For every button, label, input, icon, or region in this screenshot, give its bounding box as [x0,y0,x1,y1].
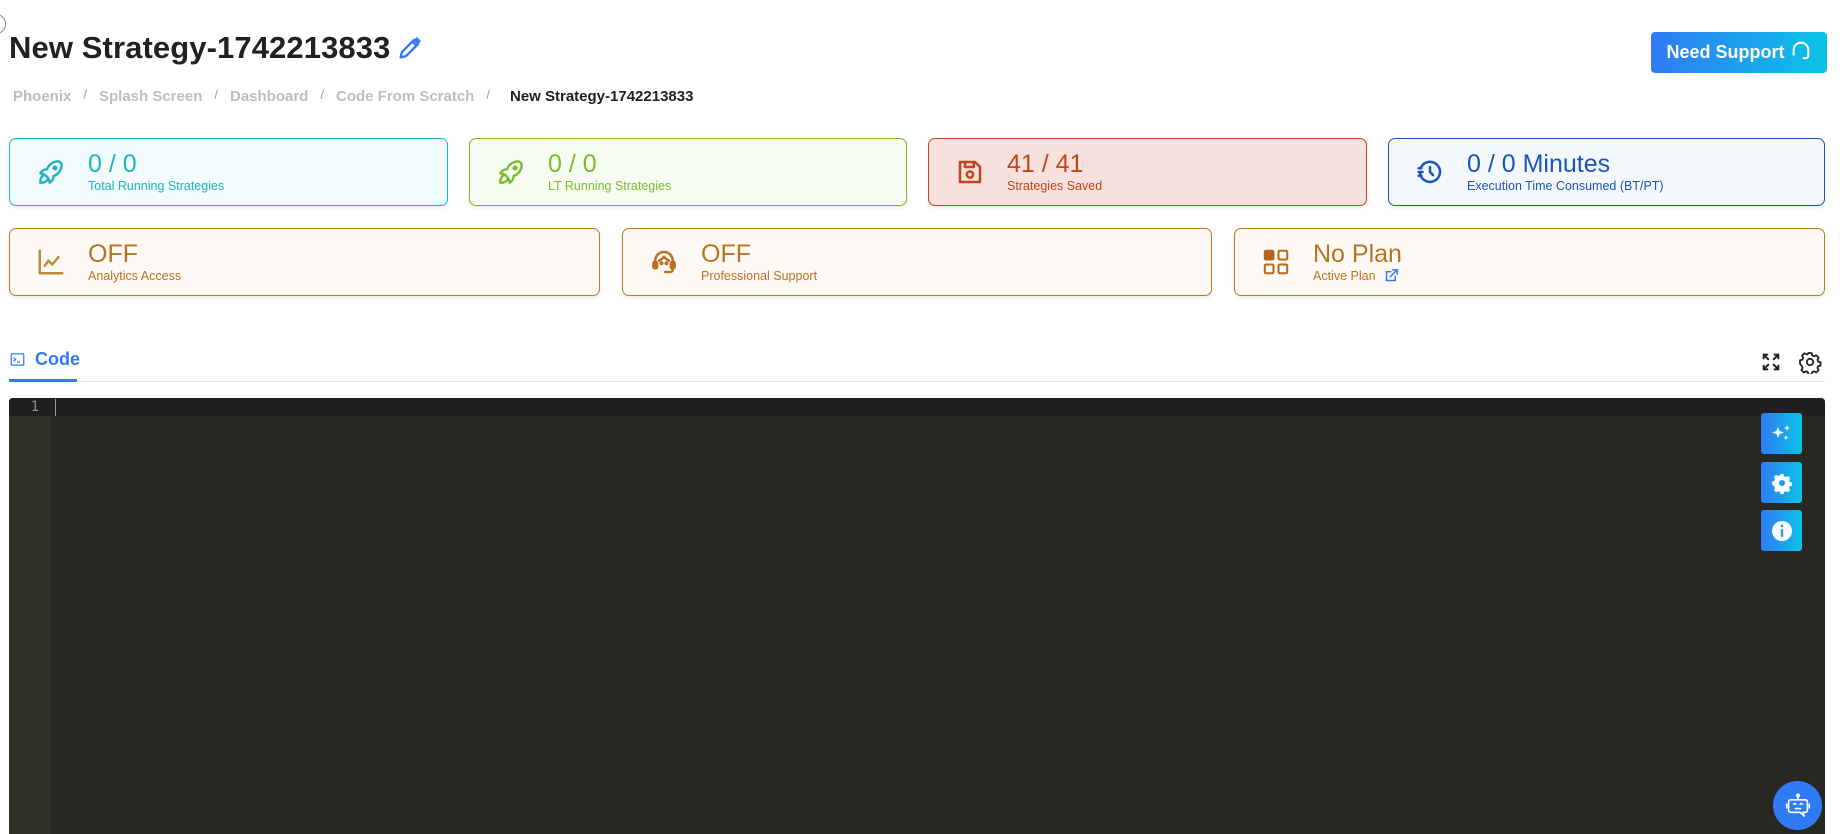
card-professional-support: OFF Professional Support [622,228,1212,296]
tab-code[interactable]: Code [9,340,80,382]
support-agent-icon [647,245,681,279]
card-strategies-saved: 41 / 41 Strategies Saved [928,138,1367,206]
sparkles-icon [1770,422,1794,446]
need-support-label: Need Support [1666,42,1785,62]
editor-settings-button[interactable] [1761,462,1802,503]
card-execution-time: 0 / 0 Minutes Execution Time Consumed (B… [1388,138,1825,206]
settings-gear-icon[interactable] [1798,350,1822,374]
breadcrumb-splash-screen[interactable]: Splash Screen [99,88,202,105]
breadcrumb: Phoenix / Splash Screen / Dashboard / Co… [13,87,694,105]
fullscreen-icon[interactable] [1759,350,1783,374]
total-running-label: Total Running Strategies [88,178,225,193]
active-plan-label: Active Plan [1313,268,1376,283]
info-button[interactable] [1761,510,1802,551]
tab-code-label: Code [35,349,80,369]
gear-icon [1771,472,1793,494]
need-support-button[interactable]: Need Support [1651,32,1827,73]
card-active-plan: No Plan Active Plan [1234,228,1825,296]
edit-pencil-icon[interactable] [396,34,424,62]
external-link-icon[interactable] [1384,268,1399,283]
total-running-value: 0 / 0 [88,149,137,178]
rocket-icon [494,155,528,189]
card-analytics-access: OFF Analytics Access [9,228,600,296]
breadcrumb-separator: / [320,87,324,102]
ai-sparkle-button[interactable] [1761,413,1802,454]
breadcrumb-separator: / [83,87,87,102]
editor-tabs: Code [9,340,1825,382]
strategies-saved-value: 41 / 41 [1007,149,1084,178]
breadcrumb-code-from-scratch[interactable]: Code From Scratch [336,88,474,105]
line-number: 1 [30,399,39,415]
editor-gutter [9,398,51,834]
active-line-highlight [9,398,1825,416]
history-clock-icon [1413,155,1447,189]
active-plan-value: No Plan [1313,239,1402,268]
line-chart-icon [34,245,68,279]
plan-grid-icon [1259,245,1293,279]
professional-support-label: Professional Support [701,268,818,283]
breadcrumb-separator: / [214,87,218,102]
terminal-icon [10,352,25,367]
execution-time-label: Execution Time Consumed (BT/PT) [1467,178,1664,193]
analytics-access-label: Analytics Access [88,268,182,283]
collapse-toggle[interactable] [0,14,6,34]
headset-icon [1790,39,1812,66]
lt-running-label: LT Running Strategies [548,178,672,193]
breadcrumb-dashboard[interactable]: Dashboard [230,88,308,105]
robot-icon [1783,791,1813,821]
page-title: New Strategy-1742213833 [9,30,391,65]
active-plan-label-row: Active Plan [1313,268,1402,284]
professional-support-value: OFF [701,239,751,268]
execution-time-value: 0 / 0 Minutes [1467,149,1611,178]
analytics-access-value: OFF [88,239,138,268]
chatbot-button[interactable] [1773,781,1822,830]
text-cursor [55,399,56,416]
breadcrumb-current: New Strategy-1742213833 [509,88,694,105]
rocket-icon [34,155,68,189]
code-editor[interactable]: 1 [9,398,1825,834]
card-total-running-strategies: 0 / 0 Total Running Strategies [9,138,448,206]
info-icon [1770,519,1794,543]
floppy-disk-icon [953,155,987,189]
breadcrumb-separator: / [486,87,490,102]
card-lt-running-strategies: 0 / 0 LT Running Strategies [469,138,907,206]
title-row: New Strategy-1742213833 [9,30,424,66]
lt-running-value: 0 / 0 [548,149,597,178]
breadcrumb-phoenix[interactable]: Phoenix [13,88,71,105]
strategies-saved-label: Strategies Saved [1007,178,1103,193]
